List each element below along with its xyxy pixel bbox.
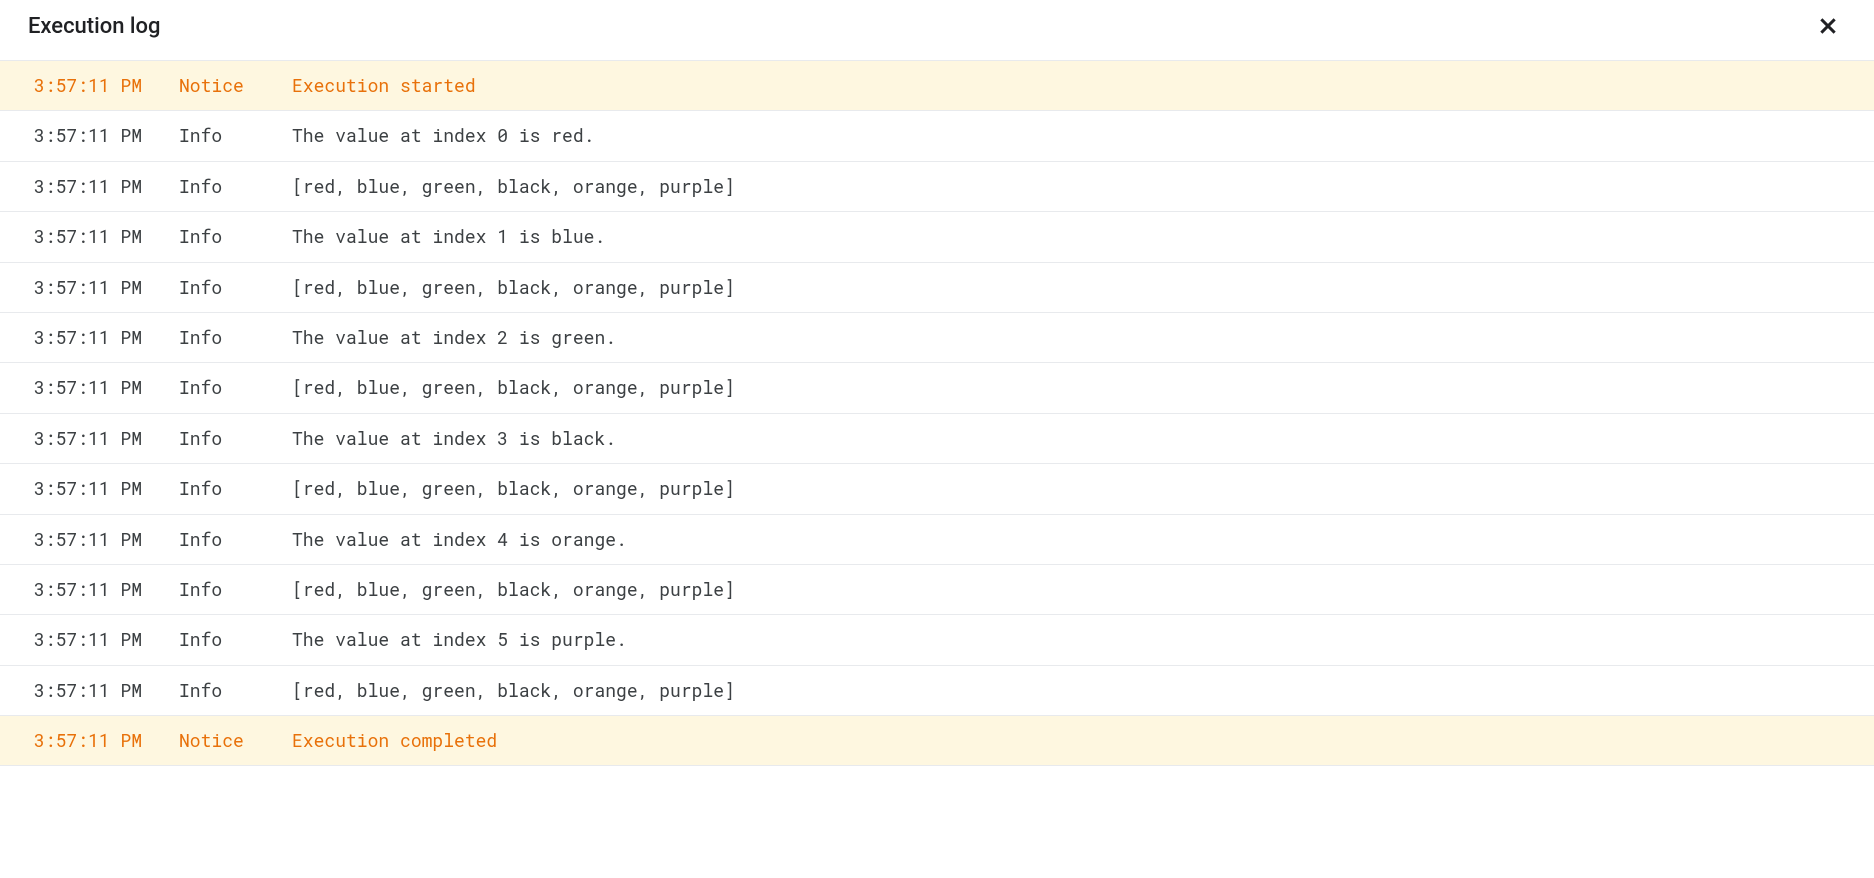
log-message: [red, blue, green, black, orange, purple… <box>292 175 1840 198</box>
log-time: 3:57:11 PM <box>34 578 179 601</box>
log-row: 3:57:11 PMNoticeExecution started <box>0 61 1874 111</box>
log-row: 3:57:11 PMInfoThe value at index 0 is re… <box>0 111 1874 161</box>
log-time: 3:57:11 PM <box>34 628 179 651</box>
log-message: The value at index 2 is green. <box>292 326 1840 349</box>
log-row: 3:57:11 PMInfo[red, blue, green, black, … <box>0 565 1874 615</box>
log-message: The value at index 4 is orange. <box>292 528 1840 551</box>
log-row: 3:57:11 PMInfo[red, blue, green, black, … <box>0 263 1874 313</box>
log-row: 3:57:11 PMInfo[red, blue, green, black, … <box>0 363 1874 413</box>
log-message: The value at index 3 is black. <box>292 427 1840 450</box>
log-level: Info <box>179 225 292 248</box>
log-message: The value at index 0 is red. <box>292 124 1840 147</box>
log-message: The value at index 5 is purple. <box>292 628 1840 651</box>
log-time: 3:57:11 PM <box>34 679 179 702</box>
log-level: Info <box>179 528 292 551</box>
log-message: [red, blue, green, black, orange, purple… <box>292 276 1840 299</box>
log-time: 3:57:11 PM <box>34 124 179 147</box>
log-message: Execution started <box>292 74 1840 97</box>
log-level: Info <box>179 679 292 702</box>
log-level: Notice <box>179 729 292 752</box>
log-message: The value at index 1 is blue. <box>292 225 1840 248</box>
log-level: Info <box>179 124 292 147</box>
log-time: 3:57:11 PM <box>34 477 179 500</box>
close-button[interactable] <box>1810 8 1846 44</box>
log-level: Info <box>179 427 292 450</box>
log-row: 3:57:11 PMInfo[red, blue, green, black, … <box>0 162 1874 212</box>
log-message: [red, blue, green, black, orange, purple… <box>292 679 1840 702</box>
log-row: 3:57:11 PMInfoThe value at index 2 is gr… <box>0 313 1874 363</box>
log-time: 3:57:11 PM <box>34 528 179 551</box>
log-message: Execution completed <box>292 729 1840 752</box>
log-level: Info <box>179 276 292 299</box>
log-level: Info <box>179 175 292 198</box>
log-level: Info <box>179 326 292 349</box>
log-time: 3:57:11 PM <box>34 729 179 752</box>
log-message: [red, blue, green, black, orange, purple… <box>292 477 1840 500</box>
close-icon <box>1816 14 1840 38</box>
log-time: 3:57:11 PM <box>34 225 179 248</box>
log-row: 3:57:11 PMInfoThe value at index 3 is bl… <box>0 414 1874 464</box>
log-row: 3:57:11 PMInfo[red, blue, green, black, … <box>0 464 1874 514</box>
log-time: 3:57:11 PM <box>34 376 179 399</box>
log-time: 3:57:11 PM <box>34 276 179 299</box>
log-time: 3:57:11 PM <box>34 74 179 97</box>
log-level: Info <box>179 376 292 399</box>
log-level: Info <box>179 578 292 601</box>
log-row: 3:57:11 PMNoticeExecution completed <box>0 716 1874 766</box>
log-row: 3:57:11 PMInfoThe value at index 4 is or… <box>0 515 1874 565</box>
log-level: Notice <box>179 74 292 97</box>
log-row: 3:57:11 PMInfoThe value at index 1 is bl… <box>0 212 1874 262</box>
log-time: 3:57:11 PM <box>34 427 179 450</box>
log-time: 3:57:11 PM <box>34 175 179 198</box>
log-message: [red, blue, green, black, orange, purple… <box>292 578 1840 601</box>
log-level: Info <box>179 477 292 500</box>
log-entries: 3:57:11 PMNoticeExecution started3:57:11… <box>0 61 1874 766</box>
log-row: 3:57:11 PMInfoThe value at index 5 is pu… <box>0 615 1874 665</box>
execution-log-header: Execution log <box>0 0 1874 61</box>
panel-title: Execution log <box>28 14 160 39</box>
log-row: 3:57:11 PMInfo[red, blue, green, black, … <box>0 666 1874 716</box>
log-message: [red, blue, green, black, orange, purple… <box>292 376 1840 399</box>
log-level: Info <box>179 628 292 651</box>
log-time: 3:57:11 PM <box>34 326 179 349</box>
